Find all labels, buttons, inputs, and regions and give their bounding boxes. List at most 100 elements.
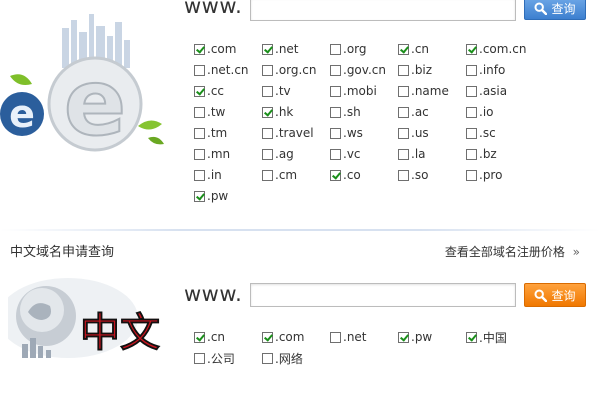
checkbox-unchecked[interactable] bbox=[466, 106, 477, 118]
extension-option[interactable]: .cn bbox=[194, 330, 225, 344]
checkbox-unchecked[interactable] bbox=[466, 127, 477, 139]
checkbox-unchecked[interactable] bbox=[262, 127, 273, 139]
checkbox-unchecked[interactable] bbox=[466, 169, 477, 181]
checkbox-unchecked[interactable] bbox=[398, 169, 409, 181]
checkbox-unchecked[interactable] bbox=[194, 352, 205, 364]
extension-option[interactable]: .ws bbox=[330, 126, 363, 140]
extension-option[interactable]: .hk bbox=[262, 105, 293, 119]
checkbox-unchecked[interactable] bbox=[194, 64, 205, 76]
extension-option[interactable]: .bz bbox=[466, 147, 497, 161]
chinese-query-button[interactable]: 查询 bbox=[524, 283, 586, 307]
checkbox-checked[interactable] bbox=[262, 331, 273, 343]
extension-option[interactable]: .中国 bbox=[466, 330, 507, 345]
extension-option[interactable]: .mobi bbox=[330, 84, 377, 98]
extension-option[interactable]: .tw bbox=[194, 105, 225, 119]
extension-option[interactable]: .org.cn bbox=[262, 63, 317, 77]
checkbox-unchecked[interactable] bbox=[194, 148, 205, 160]
extension-option[interactable]: .公司 bbox=[194, 351, 235, 366]
checkbox-checked[interactable] bbox=[194, 331, 205, 343]
extension-option[interactable]: .pw bbox=[194, 189, 228, 203]
extension-option[interactable]: .com bbox=[262, 330, 304, 344]
extension-option[interactable]: .cn bbox=[398, 42, 429, 56]
price-list-link[interactable]: 查看全部域名注册价格 » bbox=[445, 243, 580, 260]
extension-option[interactable]: .net.cn bbox=[194, 63, 249, 77]
checkbox-checked[interactable] bbox=[398, 331, 409, 343]
extension-option[interactable]: .ag bbox=[262, 147, 294, 161]
checkbox-unchecked[interactable] bbox=[330, 127, 341, 139]
checkbox-checked[interactable] bbox=[194, 43, 205, 55]
extension-option[interactable]: .cc bbox=[194, 84, 224, 98]
checkbox-unchecked[interactable] bbox=[262, 169, 273, 181]
checkbox-unchecked[interactable] bbox=[194, 169, 205, 181]
checkbox-checked[interactable] bbox=[194, 85, 205, 97]
extension-option[interactable]: .la bbox=[398, 147, 426, 161]
extension-option[interactable]: .mn bbox=[194, 147, 230, 161]
extension-option[interactable]: .vc bbox=[330, 147, 361, 161]
domain-search-input[interactable] bbox=[250, 0, 516, 21]
chinese-domain-search-input[interactable] bbox=[250, 283, 516, 307]
checkbox-checked[interactable] bbox=[262, 106, 273, 118]
checkbox-unchecked[interactable] bbox=[330, 148, 341, 160]
extension-option[interactable]: .gov.cn bbox=[330, 63, 386, 77]
extension-option[interactable]: .com.cn bbox=[466, 42, 526, 56]
checkbox-unchecked[interactable] bbox=[262, 64, 273, 76]
checkbox-unchecked[interactable] bbox=[398, 148, 409, 160]
checkbox-unchecked[interactable] bbox=[330, 43, 341, 55]
checkbox-unchecked[interactable] bbox=[330, 64, 341, 76]
checkbox-unchecked[interactable] bbox=[330, 331, 341, 343]
extension-label: .asia bbox=[479, 84, 508, 98]
extension-option[interactable]: .in bbox=[194, 168, 222, 182]
extension-label: .com bbox=[207, 42, 237, 56]
checkbox-checked[interactable] bbox=[466, 43, 477, 55]
extension-option[interactable]: .name bbox=[398, 84, 449, 98]
extension-option[interactable]: .io bbox=[466, 105, 494, 119]
extension-label: .la bbox=[411, 147, 426, 161]
extension-option[interactable]: .sc bbox=[466, 126, 496, 140]
checkbox-unchecked[interactable] bbox=[330, 106, 341, 118]
checkbox-unchecked[interactable] bbox=[398, 106, 409, 118]
checkbox-unchecked[interactable] bbox=[262, 85, 273, 97]
price-link-label: 查看全部域名注册价格 bbox=[444, 245, 565, 259]
extension-option[interactable]: .co bbox=[330, 168, 361, 182]
checkbox-unchecked[interactable] bbox=[194, 106, 205, 118]
extension-option[interactable]: .sh bbox=[330, 105, 361, 119]
checkbox-unchecked[interactable] bbox=[194, 127, 205, 139]
extension-option[interactable]: .info bbox=[466, 63, 505, 77]
extension-option[interactable]: .so bbox=[398, 168, 428, 182]
extension-option[interactable]: .pro bbox=[466, 168, 502, 182]
checkbox-unchecked[interactable] bbox=[466, 148, 477, 160]
extension-option[interactable]: .ac bbox=[398, 105, 429, 119]
extension-option[interactable]: .tm bbox=[194, 126, 227, 140]
checkbox-unchecked[interactable] bbox=[262, 148, 273, 160]
checkbox-checked[interactable] bbox=[194, 190, 205, 202]
chinese-domain-panel: 中文域名申请查询 查看全部域名注册价格 » 中文 www. 查询 .cn .com… bbox=[0, 236, 600, 400]
checkbox-checked[interactable] bbox=[398, 43, 409, 55]
checkbox-unchecked[interactable] bbox=[330, 85, 341, 97]
extension-label: .pw bbox=[207, 189, 229, 203]
checkbox-unchecked[interactable] bbox=[398, 127, 409, 139]
extension-option[interactable]: .asia bbox=[466, 84, 507, 98]
checkbox-unchecked[interactable] bbox=[466, 64, 477, 76]
checkbox-checked[interactable] bbox=[262, 43, 273, 55]
extension-label: .vc bbox=[343, 147, 361, 161]
extension-option[interactable]: .cm bbox=[262, 168, 297, 182]
checkbox-unchecked[interactable] bbox=[262, 352, 273, 364]
extension-label: .info bbox=[479, 63, 506, 77]
checkbox-checked[interactable] bbox=[330, 169, 341, 181]
extension-option[interactable]: .biz bbox=[398, 63, 432, 77]
extension-option[interactable]: .net bbox=[330, 330, 367, 344]
extension-option[interactable]: .pw bbox=[398, 330, 432, 344]
extension-option[interactable]: .travel bbox=[262, 126, 314, 140]
query-button[interactable]: 查询 bbox=[524, 0, 586, 20]
extension-option[interactable]: .net bbox=[262, 42, 299, 56]
extension-option[interactable]: .tv bbox=[262, 84, 291, 98]
checkbox-checked[interactable] bbox=[466, 331, 477, 343]
extension-option[interactable]: .org bbox=[330, 42, 367, 56]
checkbox-unchecked[interactable] bbox=[398, 85, 409, 97]
e-logo-illustration: e e bbox=[0, 14, 164, 157]
checkbox-unchecked[interactable] bbox=[466, 85, 477, 97]
extension-option[interactable]: .com bbox=[194, 42, 236, 56]
checkbox-unchecked[interactable] bbox=[398, 64, 409, 76]
extension-option[interactable]: .us bbox=[398, 126, 429, 140]
extension-option[interactable]: .网络 bbox=[262, 351, 303, 366]
